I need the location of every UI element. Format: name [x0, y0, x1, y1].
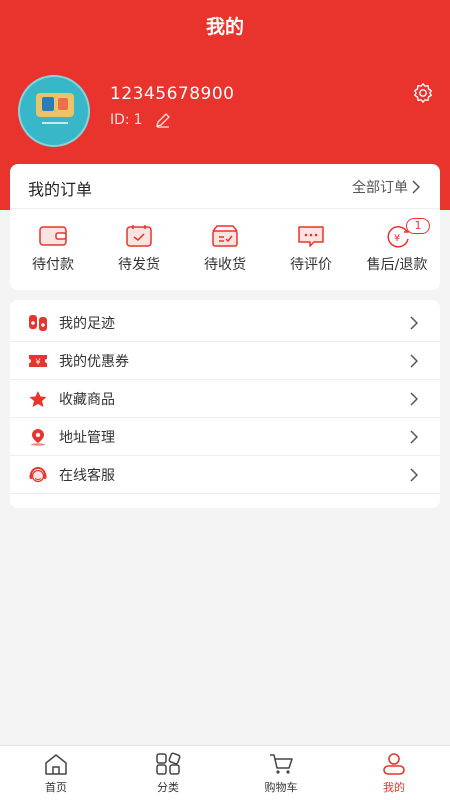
user-id-label: ID: [110, 112, 130, 128]
username: 12345678900 [110, 84, 235, 104]
footprint-icon [29, 315, 47, 331]
comment-icon [298, 226, 324, 247]
tab-mine[interactable]: 我的 [354, 752, 434, 798]
chevron-right-icon [410, 354, 418, 368]
chevron-right-icon [410, 468, 418, 482]
divider [10, 208, 440, 209]
customer-service-icon [29, 467, 47, 483]
category-icon [156, 752, 181, 775]
my-orders-title: 我的订单 [28, 180, 93, 199]
user-icon [383, 753, 405, 775]
all-orders-link[interactable]: 全部订单 [352, 177, 420, 197]
user-id-value: 1 [133, 112, 143, 128]
tab-home[interactable]: 首页 [16, 752, 96, 798]
page-title: 我的 [205, 16, 244, 38]
calendar-check-icon [126, 225, 152, 247]
edit-icon[interactable] [155, 112, 171, 128]
user-id: ID: 1 [110, 112, 171, 128]
chevron-right-icon [410, 316, 418, 330]
tab-cart[interactable]: 购物车 [241, 752, 321, 798]
chevron-right-icon [410, 430, 418, 444]
menu-item-coupons[interactable]: ¥ 我的优惠券 [10, 342, 440, 380]
my-orders-card: 我的订单 全部订单 待付款 待发货 待收货 待评价 ¥ 1 售后/退款 [10, 164, 440, 290]
location-pin-icon [31, 429, 45, 446]
avatar-image [36, 93, 74, 117]
order-after-sales-refund[interactable]: ¥ 1 售后/退款 [354, 218, 440, 280]
bottom-tab-bar: 首页 分类 购物车 我的 [0, 745, 450, 800]
order-pending-review[interactable]: 待评价 [268, 224, 354, 280]
chevron-right-icon [412, 180, 420, 194]
box-icon [212, 225, 238, 247]
settings-gear-icon[interactable] [412, 82, 434, 104]
order-pending-shipment[interactable]: 待发货 [96, 224, 182, 280]
tab-category[interactable]: 分类 [128, 752, 208, 798]
coupon-icon: ¥ [29, 355, 47, 367]
order-pending-payment[interactable]: 待付款 [10, 224, 96, 280]
all-orders-label: 全部订单 [352, 180, 408, 196]
wallet-icon [39, 226, 67, 246]
menu-item-footprints[interactable]: 我的足迹 [10, 304, 440, 342]
menu-item-favorites[interactable]: 收藏商品 [10, 380, 440, 418]
svg-text:¥: ¥ [394, 233, 400, 244]
cart-icon [270, 754, 293, 774]
menu-item-address[interactable]: 地址管理 [10, 418, 440, 456]
avatar[interactable] [18, 75, 90, 147]
svg-text:¥: ¥ [35, 358, 40, 367]
menu-item-customer-service[interactable]: 在线客服 [10, 456, 440, 494]
refund-count-badge: 1 [406, 218, 430, 234]
order-pending-receipt[interactable]: 待收货 [182, 224, 268, 280]
star-icon [29, 391, 47, 407]
home-icon [45, 754, 67, 775]
chevron-right-icon [410, 392, 418, 406]
menu-list: 我的足迹 ¥ 我的优惠券 收藏商品 地址管理 在线客服 [10, 300, 440, 508]
